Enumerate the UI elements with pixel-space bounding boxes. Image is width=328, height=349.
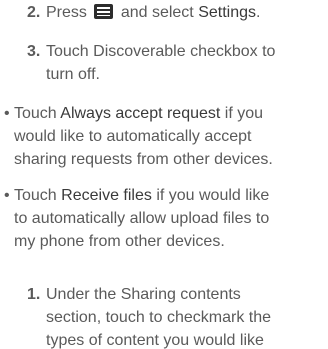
always-accept-term: Always accept request — [60, 105, 221, 122]
step-number: 2. — [27, 4, 41, 21]
menu-key-icon — [94, 4, 114, 19]
bullet-text: Touch Receive files if you would like to… — [14, 187, 270, 250]
step-text: Press and select Settings. — [46, 4, 261, 21]
step-1: 1. Under the Sharing contents section, t… — [27, 283, 327, 349]
step-3: 3. Touch Discoverable checkbox to turn o… — [27, 40, 327, 86]
receive-files-term: Receive files — [61, 187, 152, 204]
step-2: 2. Press and select Settings. — [27, 1, 327, 24]
bullet-receive-files: • Touch Receive files if you would like … — [4, 184, 326, 253]
step-text: Under the Sharing contents section, touc… — [46, 286, 271, 349]
bullet-dot: • — [4, 187, 10, 204]
bullet-always-accept: • Touch Always accept request if you wou… — [4, 102, 326, 171]
step-text: Touch Discoverable checkbox to turn off. — [46, 43, 276, 83]
step-number: 1. — [27, 286, 41, 303]
step-number: 3. — [27, 43, 41, 60]
settings-term: Settings — [198, 4, 257, 21]
manual-page: 2. Press and select Settings. 3. Touch D… — [0, 0, 328, 349]
bullet-text: Touch Always accept request if you would… — [14, 105, 273, 168]
bullet-dot: • — [4, 105, 10, 122]
